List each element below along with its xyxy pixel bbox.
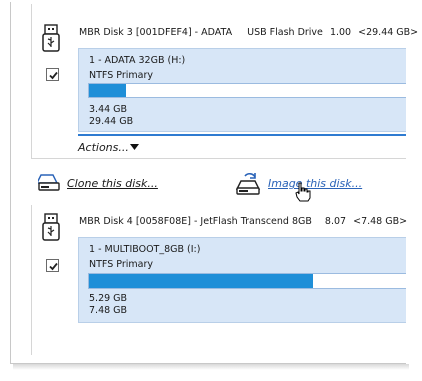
disk-header: MBR Disk 3 [001DFEF4] - ADATA USB Flash … (79, 27, 418, 38)
disk-version: 1.00 (329, 27, 352, 38)
usb-drive-icon (40, 24, 62, 52)
usage-bar (88, 273, 406, 289)
disk-capacity: <7.48 GB> (353, 216, 408, 227)
selection-rule (78, 134, 406, 136)
disk-separator-line (31, 205, 32, 355)
used-size: 3.44 GB (89, 104, 128, 115)
checkbox-check-icon (49, 71, 58, 80)
usage-bar (88, 83, 406, 98)
usage-bar-fill (89, 84, 127, 97)
panel-shadow (13, 364, 409, 370)
partition-filesystem: NTFS Primary (89, 70, 153, 81)
usb-drive-icon (40, 213, 62, 241)
partition-title: 1 - MULTIBOOT_8GB (I:) (89, 244, 201, 255)
disk-header: MBR Disk 4 [0058F08E] - JetFlash Transce… (79, 216, 407, 227)
clone-disk-link[interactable]: Clone this disk... (67, 177, 158, 190)
disk-select-checkbox[interactable] (46, 68, 59, 81)
partition-title: 1 - ADATA 32GB (H:) (89, 55, 186, 66)
image-disk-link[interactable]: Image this disk... (268, 177, 362, 190)
hand-cursor-icon (295, 182, 311, 202)
clone-disk-icon[interactable] (35, 172, 64, 194)
disk-name: MBR Disk 4 [0058F08E] - JetFlash Transce… (79, 216, 312, 227)
disk-select-checkbox[interactable] (46, 259, 59, 272)
disk-separator-line (31, 4, 32, 159)
usage-bar-fill (89, 274, 314, 288)
checkbox-check-icon (49, 262, 58, 271)
actions-label: Actions... (78, 141, 129, 154)
actions-dropdown[interactable]: Actions... (78, 141, 148, 157)
image-disk-icon[interactable] (235, 170, 262, 196)
disk-name: MBR Disk 3 [001DFEF4] - ADATA (79, 27, 233, 38)
total-size: 29.44 GB (89, 116, 134, 127)
disk-type: USB Flash Drive (247, 27, 323, 38)
partition-filesystem: NTFS Primary (89, 259, 153, 270)
used-size: 5.29 GB (89, 293, 128, 304)
total-size: 7.48 GB (89, 305, 128, 316)
disk-capacity: <29.44 GB> (358, 27, 419, 38)
dropdown-arrow-icon (130, 144, 139, 150)
disk-bottom-line (31, 158, 406, 159)
disk-version: 8.07 (324, 216, 347, 227)
